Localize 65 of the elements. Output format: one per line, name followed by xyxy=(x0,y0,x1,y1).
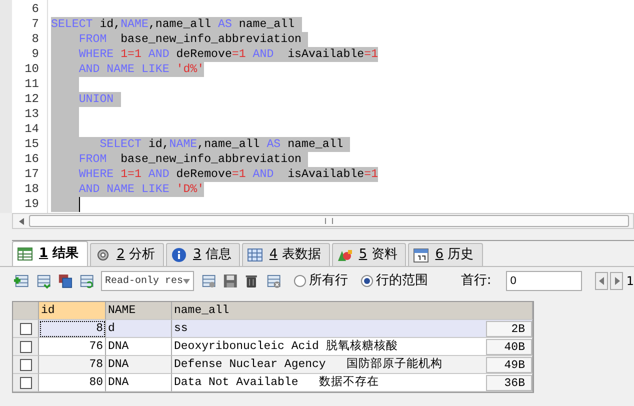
calendar-icon xyxy=(413,247,430,263)
right-triangle-icon xyxy=(614,277,620,285)
line-number: 9 xyxy=(30,47,40,62)
size-badge: 49B xyxy=(486,357,532,373)
line-number: 16 xyxy=(24,152,40,167)
line-number: 18 xyxy=(24,182,40,197)
radio-option[interactable]: 所有行 xyxy=(294,271,348,291)
tab[interactable]: 4 表数据 xyxy=(242,243,330,266)
table-add-icon[interactable] xyxy=(200,273,216,289)
size-badge: 40B xyxy=(486,339,532,355)
shapes-icon xyxy=(336,247,353,263)
table-cell: 80 xyxy=(39,374,106,392)
previous-button[interactable] xyxy=(595,272,608,290)
table-cell: 78 xyxy=(39,356,106,374)
first-row-field[interactable]: 0 xyxy=(506,271,582,291)
line-number: 12 xyxy=(24,92,40,107)
table-cell: DNA xyxy=(106,356,172,374)
table-refresh-icon[interactable] xyxy=(79,273,94,289)
horizontal-scrollbar[interactable] xyxy=(12,213,634,229)
row-checkbox[interactable] xyxy=(20,358,32,370)
first-row-label: 首行: xyxy=(460,272,492,290)
line-number: 7 xyxy=(30,17,40,32)
line-number: 8 xyxy=(30,32,40,47)
line-number: 17 xyxy=(24,167,40,182)
line-number: 10 xyxy=(24,62,40,77)
text-cursor xyxy=(78,197,80,212)
table-cell-text: Data Not Available 数据不存在 xyxy=(174,374,379,391)
size-badge: 36B xyxy=(486,375,532,391)
row-checkbox[interactable] xyxy=(20,322,32,334)
table-cell-text: ss xyxy=(174,321,188,337)
table-cell: d xyxy=(106,320,172,338)
tab[interactable]: 2 分析 xyxy=(90,243,164,266)
tab[interactable]: 1 结果 xyxy=(12,241,88,266)
line-number: 19 xyxy=(24,197,40,212)
table-cell: Defense Nuclear Agency 国防部原子能机构 xyxy=(174,356,443,373)
table-cell: 8 xyxy=(39,320,106,338)
radio-option[interactable]: 行的范围 xyxy=(360,271,428,291)
mode-select[interactable]: Read-only res xyxy=(101,271,194,291)
size-badge: 2B xyxy=(486,321,532,337)
line-number: 14 xyxy=(24,122,40,137)
tab[interactable]: 6 历史 xyxy=(408,243,483,266)
tab[interactable]: 5 资料 xyxy=(332,243,406,266)
line-number: 13 xyxy=(24,107,40,122)
table-copy-icon[interactable] xyxy=(58,273,72,289)
next-button[interactable] xyxy=(610,272,624,290)
save-icon[interactable] xyxy=(222,273,238,289)
left-triangle-icon xyxy=(598,277,605,285)
line-number: 6 xyxy=(30,2,40,17)
tab[interactable]: 3 信息 xyxy=(166,243,240,266)
trash-icon[interactable] xyxy=(244,273,260,289)
caret-icon xyxy=(183,278,190,284)
scrollbar-thumb[interactable] xyxy=(29,215,629,227)
table-cell-text: Deoxyribonucleic Acid 脱氧核糖核酸 xyxy=(174,338,398,355)
table-icon xyxy=(247,247,264,263)
grid-icon xyxy=(17,246,33,262)
table-delete-icon[interactable] xyxy=(266,273,281,289)
row-checkbox[interactable] xyxy=(20,376,32,388)
column-header[interactable]: id xyxy=(39,302,106,320)
line-number: 15 xyxy=(24,137,40,152)
info-icon xyxy=(171,247,187,263)
table-cell: DNA xyxy=(106,374,172,392)
row-count-text: 1 xyxy=(626,273,634,290)
row-checkbox[interactable] xyxy=(20,340,32,352)
add-row-icon[interactable] xyxy=(14,273,29,289)
line-number: 11 xyxy=(24,77,40,92)
